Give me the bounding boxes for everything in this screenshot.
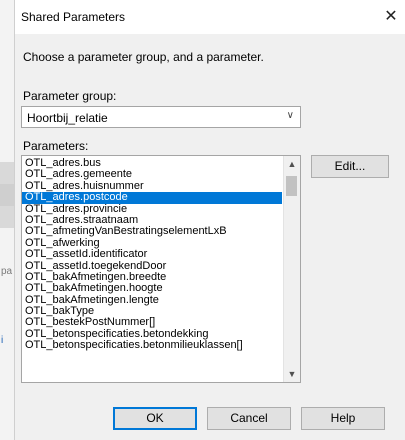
parameter-list-item[interactable]: OTL_adres.huisnummer [22,181,282,192]
parameter-list-item[interactable]: OTL_afmetingVanBestratingselementLxB [22,226,282,237]
parameter-list-item[interactable]: OTL_adres.provincie [22,204,282,215]
scrollbar-thumb[interactable] [286,176,297,196]
background-application: pa i [0,0,14,440]
dialog-title: Shared Parameters [21,10,126,24]
parameter-list-item[interactable]: OTL_assetId.toegekendDoor [22,261,282,272]
parameters-list: OTL_adres.bus OTL_adres.gemeente OTL_adres… [22,158,282,352]
background-row [0,206,14,228]
parameter-list-item[interactable]: OTL_assetId.identificator [22,249,282,260]
background-row [0,184,14,206]
parameter-list-item[interactable]: OTL_bakAfmetingen.breedte [22,272,282,283]
parameters-listbox[interactable]: OTL_adres.bus OTL_adres.gemeente OTL_adres… [21,155,301,383]
parameter-list-item[interactable]: OTL_afwerking [22,238,282,249]
edit-button[interactable]: Edit... [311,155,389,178]
listbox-scrollbar[interactable]: ▲ ▼ [283,156,300,382]
shared-parameters-dialog: Shared Parameters ✕ Choose a parameter g… [14,0,405,440]
parameter-list-item[interactable]: OTL_betonspecificaties.betondekking [22,329,282,340]
background-row [0,162,14,184]
scroll-up-icon[interactable]: ▲ [284,156,300,172]
parameter-list-item[interactable]: OTL_adres.straatnaam [22,215,282,226]
parameter-group-label: Parameter group: [23,89,117,103]
parameter-group-select[interactable]: Hoortbij_relatie ∨ [21,106,301,128]
instruction-text: Choose a parameter group, and a paramete… [23,50,264,64]
parameter-list-item[interactable]: OTL_betonspecificaties.betonmilieuklasse… [22,340,282,351]
close-icon[interactable]: ✕ [380,6,402,28]
background-text: pa [1,266,13,277]
parameter-list-item[interactable]: OTL_bakType [22,306,282,317]
parameter-list-item[interactable]: OTL_adres.gemeente [22,169,282,180]
parameter-list-item[interactable]: OTL_bakAfmetingen.lengte [22,295,282,306]
chevron-down-icon[interactable]: ∨ [287,110,294,121]
ok-button[interactable]: OK [113,407,197,430]
parameter-group-value: Hoortbij_relatie [27,111,108,125]
parameter-list-item[interactable]: OTL_bestekPostNummer[] [22,317,282,328]
background-link[interactable]: i [1,335,3,346]
scroll-down-icon[interactable]: ▼ [284,366,300,382]
parameter-list-item[interactable]: OTL_adres.postcode [22,192,282,204]
dialog-titlebar[interactable]: Shared Parameters ✕ [15,0,405,34]
help-button[interactable]: Help [301,407,385,430]
parameter-list-item[interactable]: OTL_adres.bus [22,158,282,169]
parameter-list-item[interactable]: OTL_bakAfmetingen.hoogte [22,283,282,294]
cancel-button[interactable]: Cancel [207,407,291,430]
parameters-label: Parameters: [23,139,89,153]
